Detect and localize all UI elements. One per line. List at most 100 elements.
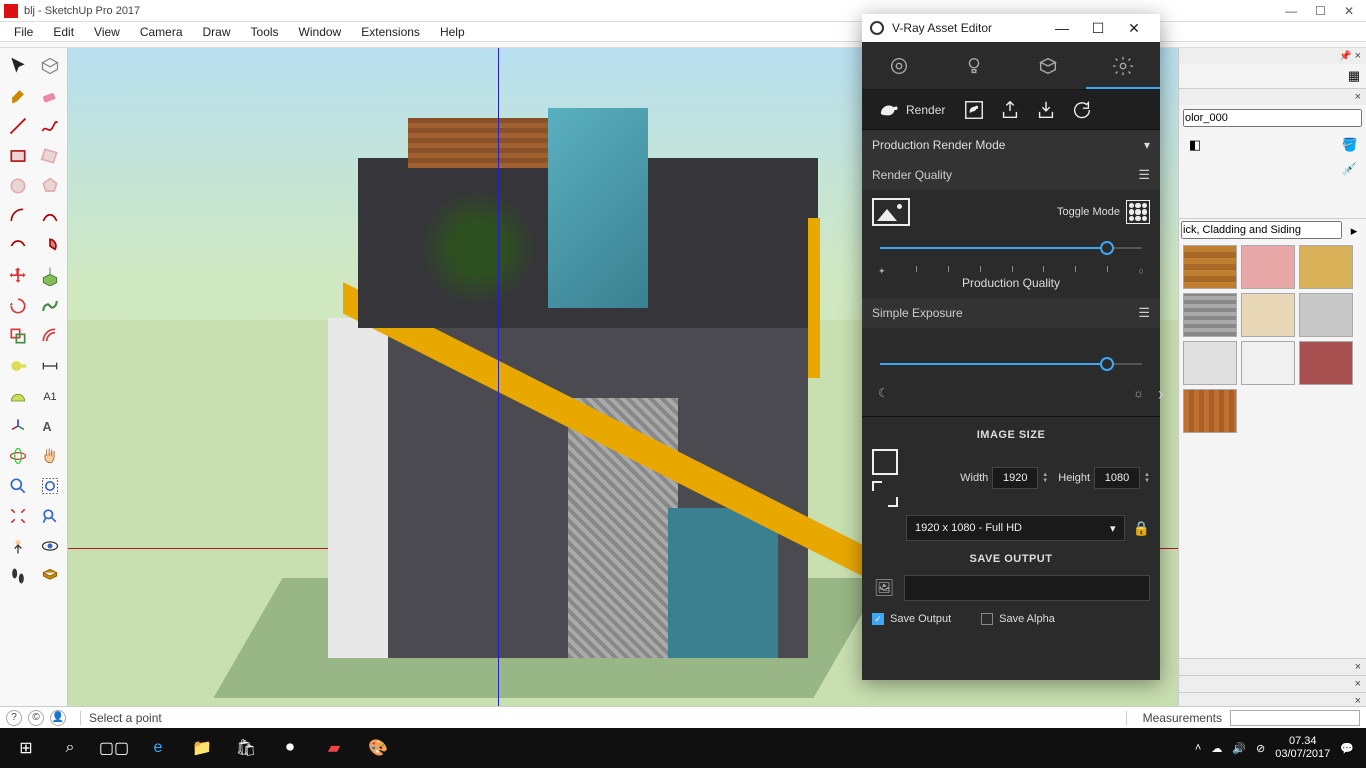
vray-export-button[interactable] [995,95,1025,125]
sketchup-taskbar-icon[interactable]: ▰ [312,728,356,768]
zoom-window-tool[interactable] [36,472,64,500]
axes-tool[interactable] [4,412,32,440]
3dtext-tool[interactable]: A [36,412,64,440]
vray-expand-arrow[interactable]: › [1158,384,1164,405]
height-input[interactable] [1094,467,1140,489]
color-picker-icon[interactable]: ◧ [1185,135,1205,155]
panel-close-3[interactable]: × [1352,661,1364,673]
measurements-input[interactable] [1230,710,1360,726]
line-tool[interactable] [4,112,32,140]
arc-tool[interactable] [4,202,32,230]
section-tool[interactable] [36,562,64,590]
category-menu-icon[interactable]: ▸ [1344,221,1364,241]
circle-tool[interactable] [4,172,32,200]
swatch-white[interactable] [1241,341,1295,385]
vray-tab-settings[interactable] [1086,42,1161,89]
pushpull-tool[interactable] [36,262,64,290]
vray-interactive-render-button[interactable] [959,95,989,125]
tape-tool[interactable] [4,352,32,380]
save-output-checkbox[interactable]: Save Output [872,613,951,625]
exposure-settings-icon[interactable]: ☰ [1138,305,1150,321]
exposure-slider[interactable] [872,354,1150,374]
task-view-button[interactable]: ▢▢ [92,728,136,768]
swatch-lgrey[interactable] [1183,341,1237,385]
width-input[interactable] [992,467,1038,489]
search-button[interactable]: ⌕ [48,728,92,768]
vray-render-mode-select[interactable]: Production Render Mode▾ [862,130,1160,160]
user-icon[interactable]: 👤 [50,710,66,726]
credits-icon[interactable]: © [28,710,44,726]
quality-slider[interactable] [872,238,1150,258]
tray-network-icon[interactable]: ⊘ [1256,742,1265,755]
pan-tool[interactable] [36,442,64,470]
maximize-button[interactable]: ☐ [1315,4,1326,18]
select-tool[interactable] [4,52,32,80]
eraser-tool[interactable] [36,82,64,110]
store-icon[interactable]: 🛍 [224,728,268,768]
tray-up-icon[interactable]: ˄ [1195,742,1201,754]
vray-maximize-button[interactable]: ☐ [1080,20,1116,37]
bucket-icon[interactable]: 🪣 [1340,135,1360,155]
zoom-extents-tool[interactable] [4,502,32,530]
text-tool[interactable]: A1 [36,382,64,410]
rotated-rect-tool[interactable] [36,142,64,170]
panel-close-1[interactable]: × [1352,50,1364,62]
width-down[interactable]: ▼ [1042,478,1048,484]
pin-icon[interactable]: 📌 [1339,51,1351,62]
move-tool[interactable] [4,262,32,290]
swatch-pink[interactable] [1241,245,1295,289]
start-button[interactable]: ⊞ [4,728,48,768]
tray-cloud-icon[interactable]: ☁ [1211,742,1222,755]
paint-tool[interactable] [4,82,32,110]
swatch-brick[interactable] [1183,245,1237,289]
orbit-tool[interactable] [4,442,32,470]
eyedropper-icon[interactable]: 💉 [1340,159,1360,179]
swatch-beige[interactable] [1241,293,1295,337]
menu-camera[interactable]: Camera [132,23,191,41]
component-tool[interactable] [36,52,64,80]
recorder-icon[interactable]: ⏺ [268,728,312,768]
menu-window[interactable]: Window [291,23,350,41]
vray-tab-geometry[interactable] [1011,42,1086,89]
previous-view-tool[interactable] [36,502,64,530]
rotate-tool[interactable] [4,292,32,320]
tray-volume-icon[interactable]: 🔊 [1232,742,1246,755]
vray-titlebar[interactable]: V-Ray Asset Editor — ☐ ✕ [862,14,1160,42]
vray-tab-lights[interactable] [937,42,1012,89]
close-button[interactable]: ✕ [1344,4,1354,18]
minimize-button[interactable]: — [1285,4,1297,18]
material-category-select[interactable] [1181,221,1342,239]
vray-tab-materials[interactable] [862,42,937,89]
vray-import-button[interactable] [1031,95,1061,125]
swatch-grey[interactable] [1299,293,1353,337]
position-camera-tool[interactable] [4,532,32,560]
pie-tool[interactable] [36,232,64,260]
resolution-preset-select[interactable]: 1920 x 1080 - Full HD▾ [906,515,1125,541]
paint-icon[interactable]: 🎨 [356,728,400,768]
menu-edit[interactable]: Edit [45,23,82,41]
zoom-tool[interactable] [4,472,32,500]
panel-close-2[interactable]: × [1352,91,1364,103]
menu-view[interactable]: View [86,23,128,41]
swatch-tile[interactable] [1183,293,1237,337]
tray-tool-1[interactable]: ▦ [1344,66,1364,86]
swatch-wood[interactable] [1183,389,1237,433]
vray-close-button[interactable]: ✕ [1116,20,1152,37]
height-down[interactable]: ▼ [1144,478,1150,484]
panel-close-4[interactable]: × [1352,678,1364,690]
explorer-icon[interactable]: 📁 [180,728,224,768]
offset-tool[interactable] [36,322,64,350]
arc2-tool[interactable] [36,202,64,230]
color-name-field[interactable] [1183,109,1362,127]
dimension-tool[interactable] [36,352,64,380]
followme-tool[interactable] [36,292,64,320]
menu-help[interactable]: Help [432,23,473,41]
look-around-tool[interactable] [36,532,64,560]
vray-revert-button[interactable] [1067,95,1097,125]
swatch-tan[interactable] [1299,245,1353,289]
aspect-lock-icon[interactable] [872,449,898,475]
scale-tool[interactable] [4,322,32,350]
output-path-input[interactable] [904,575,1150,601]
edge-icon[interactable]: e [136,728,180,768]
tray-notifications-icon[interactable]: 💬 [1340,742,1354,755]
